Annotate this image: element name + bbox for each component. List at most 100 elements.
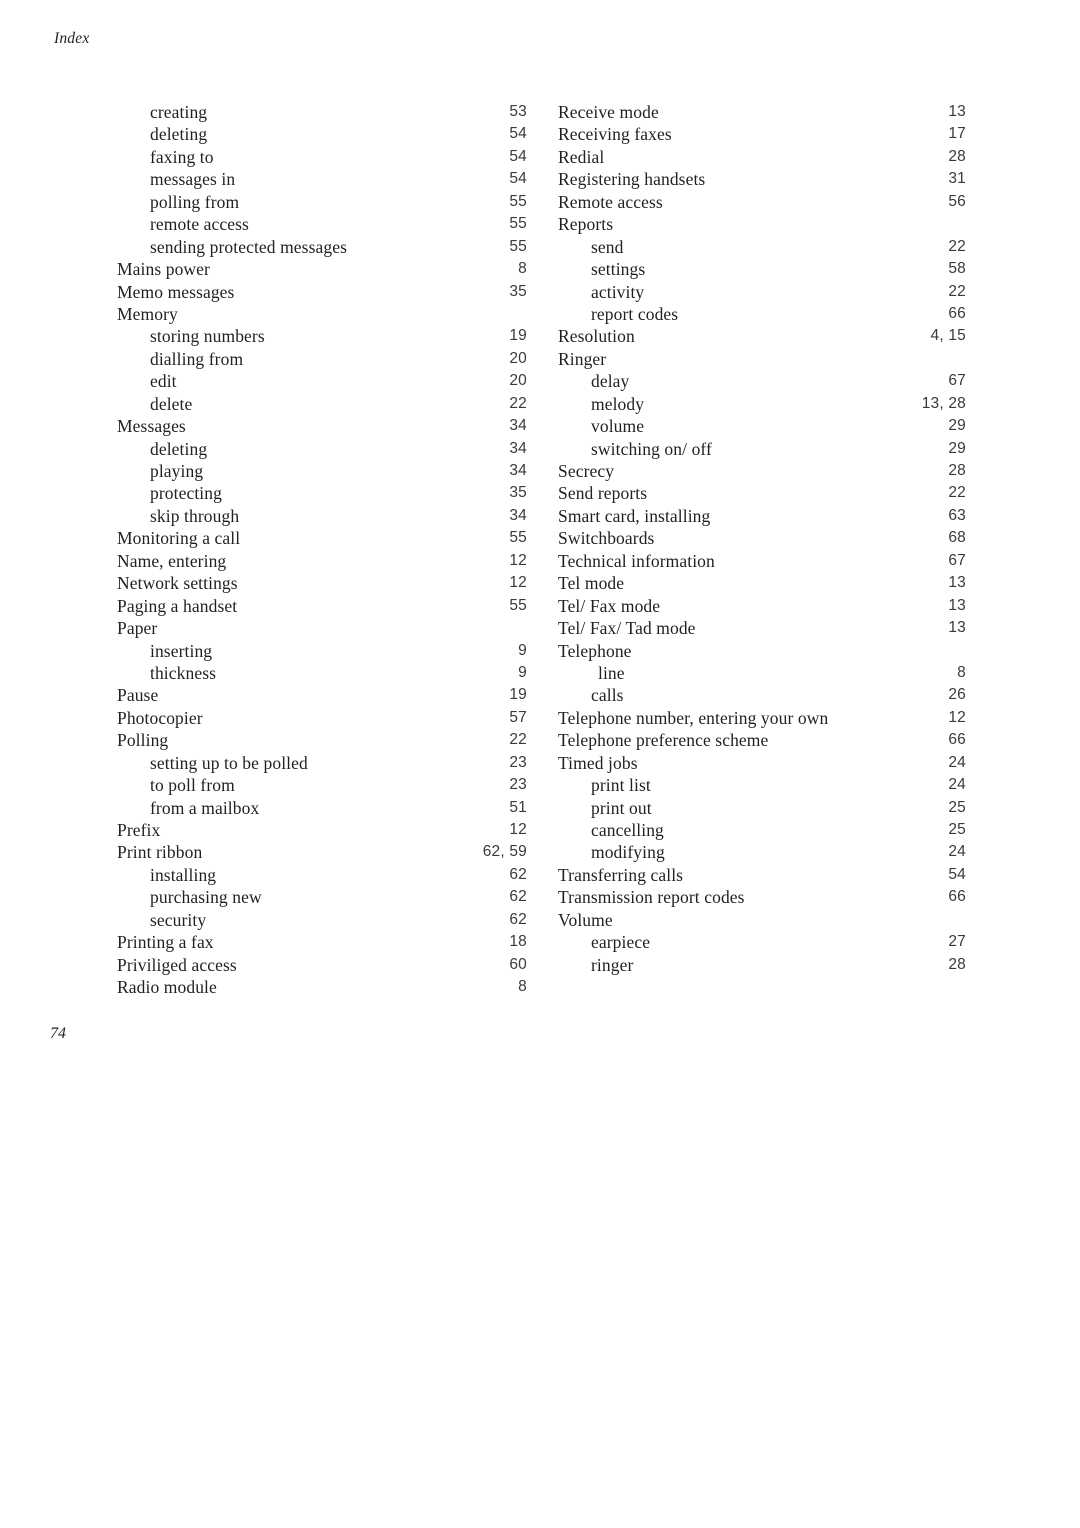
index-entry: print list 24 xyxy=(558,774,966,796)
index-entry-label: protecting xyxy=(150,483,222,504)
index-entry: Priviliged access 60 xyxy=(117,954,527,976)
index-entry-page: 8 xyxy=(957,663,966,681)
index-entry: ringer 28 xyxy=(558,954,966,976)
index-entry-page: 13 xyxy=(948,596,966,614)
index-entry-label: Smart card, installing xyxy=(558,505,711,526)
index-entry-label: playing xyxy=(150,461,204,481)
index-entry-label: Network settings xyxy=(117,573,238,594)
index-entry-label: Printing a fax xyxy=(117,932,214,953)
index-entry-page: 51 xyxy=(509,798,527,816)
index-entry-label: deleting xyxy=(150,124,208,145)
index-entry-label: report codes xyxy=(591,303,679,324)
index-entry: Paging a handset 55 xyxy=(117,595,527,617)
index-entry-label: Telephone preference scheme xyxy=(558,730,769,751)
index-entry: Transferring calls 54 xyxy=(558,864,966,886)
index-entry-page: 56 xyxy=(948,192,966,210)
index-entry-page: 8 xyxy=(518,978,527,996)
index-entry-page: 34 xyxy=(509,462,527,479)
index-entry: Timed jobs 24 xyxy=(558,752,966,774)
index-entry-page: 31 xyxy=(948,170,966,188)
index-entry-label: Send reports xyxy=(558,483,648,504)
index-entry-page: 54 xyxy=(509,125,527,143)
index-entry-page: 34 xyxy=(509,506,527,524)
index-entry: Pause 19 xyxy=(117,684,527,706)
index-entry: Tel/ Fax mode 13 xyxy=(558,595,966,617)
index-entry: Memory xyxy=(117,303,527,325)
index-entry-page: 34 xyxy=(509,417,527,435)
index-entry: to poll from 23 xyxy=(117,774,527,796)
index-entry-page: 22 xyxy=(948,484,966,502)
index-entry: deleting 34 xyxy=(117,438,527,460)
index-entry-label: Tel/ Fax mode xyxy=(558,595,661,616)
index-entry-label: modifying xyxy=(591,842,665,863)
index-entry: Technical information 67 xyxy=(558,550,966,572)
index-entry: Tel/ Fax/ Tad mode 13 xyxy=(558,617,966,639)
index-entry-label: Messages xyxy=(117,416,186,437)
index-entry-label: inserting xyxy=(150,640,213,661)
index-entry-label: Transmission report codes xyxy=(558,887,745,908)
index-entry-label: Photocopier xyxy=(117,707,203,728)
index-entry: Printing a fax 18 xyxy=(117,931,527,953)
index-entry: storing numbers 19 xyxy=(117,325,527,347)
index-entry-page: 63 xyxy=(948,506,966,524)
index-entry-label: purchasing new xyxy=(150,887,262,908)
index-entry: Receive mode 13 xyxy=(558,101,966,123)
index-entry: Prefix 12 xyxy=(117,819,527,841)
index-entry-label: settings xyxy=(591,259,646,280)
index-entry-page: 24 xyxy=(948,753,966,771)
index-entry: calls 26 xyxy=(558,684,966,706)
index-entry-page: 12 xyxy=(509,574,527,592)
index-entry-page: 25 xyxy=(948,821,966,838)
index-entry: polling from 55 xyxy=(117,191,527,213)
index-entry-page: 62 xyxy=(509,910,527,928)
index-entry: Telephone xyxy=(558,640,966,662)
index-entry: Volume xyxy=(558,909,966,931)
index-entry: creating 53 xyxy=(117,101,527,123)
index-entry: earpiece 27 xyxy=(558,931,966,953)
running-head: Index xyxy=(54,30,90,47)
index-entry: Telephone number, entering your own 12 xyxy=(558,707,966,729)
index-entry: security 62 xyxy=(117,909,527,931)
index-entry-page: 28 xyxy=(948,955,966,973)
index-entry-page: 66 xyxy=(948,888,966,906)
index-entry-label: faxing to xyxy=(150,146,214,167)
index-entry-page: 13, 28 xyxy=(921,394,966,412)
index-entry-label: cancelling xyxy=(591,820,664,840)
index-entry-page: 62 xyxy=(509,888,527,906)
index-entry-label: Resolution xyxy=(558,326,635,347)
index-entry-label: security xyxy=(150,909,207,930)
index-entry: sending protected messages 55 xyxy=(117,236,527,258)
index-entry-label: Volume xyxy=(558,909,613,930)
index-entry-label: Pause xyxy=(117,685,159,706)
index-entry-label: installing xyxy=(150,864,217,885)
index-entry-page: 58 xyxy=(948,260,966,278)
index-entry-page: 13 xyxy=(948,574,966,592)
index-entry-page: 20 xyxy=(509,372,527,390)
index-entry-label: Receive mode xyxy=(558,102,659,122)
index-entry-page: 57 xyxy=(509,708,527,726)
index-entry-label: skip through xyxy=(150,505,240,526)
index-entry-page: 54 xyxy=(509,170,527,188)
index-column-right: Receive mode 13 Receiving faxes 17 Redial 28 R… xyxy=(558,101,966,976)
index-entry-label: deleting xyxy=(150,438,208,459)
index-entry-page: 66 xyxy=(948,304,966,322)
index-entry-page: 4, 15 xyxy=(930,327,966,345)
index-entry: edit 20 xyxy=(117,370,527,392)
index-entry-page: 29 xyxy=(948,439,966,457)
index-entry: Registering handsets 31 xyxy=(558,168,966,190)
index-entry: deleting 54 xyxy=(117,123,527,145)
index-entry-label: line xyxy=(598,662,625,683)
index-entry-label: switching on/ off xyxy=(591,438,712,459)
index-entry: thickness 9 xyxy=(117,662,527,684)
index-entry: Polling 22 xyxy=(117,729,527,751)
page-number: 74 xyxy=(50,1025,66,1042)
index-entry-label: delete xyxy=(150,393,193,414)
index-entry: Receiving faxes 17 xyxy=(558,123,966,145)
index-entry-page: 18 xyxy=(509,933,527,951)
index-entry-page: 35 xyxy=(509,484,527,502)
index-entry-label: Switchboards xyxy=(558,528,655,549)
index-entry-page: 9 xyxy=(518,663,527,681)
index-entry-page: 66 xyxy=(948,731,966,749)
index-entry-label: Telephone number, entering your own xyxy=(558,707,829,728)
index-entry: volume 29 xyxy=(558,415,966,437)
